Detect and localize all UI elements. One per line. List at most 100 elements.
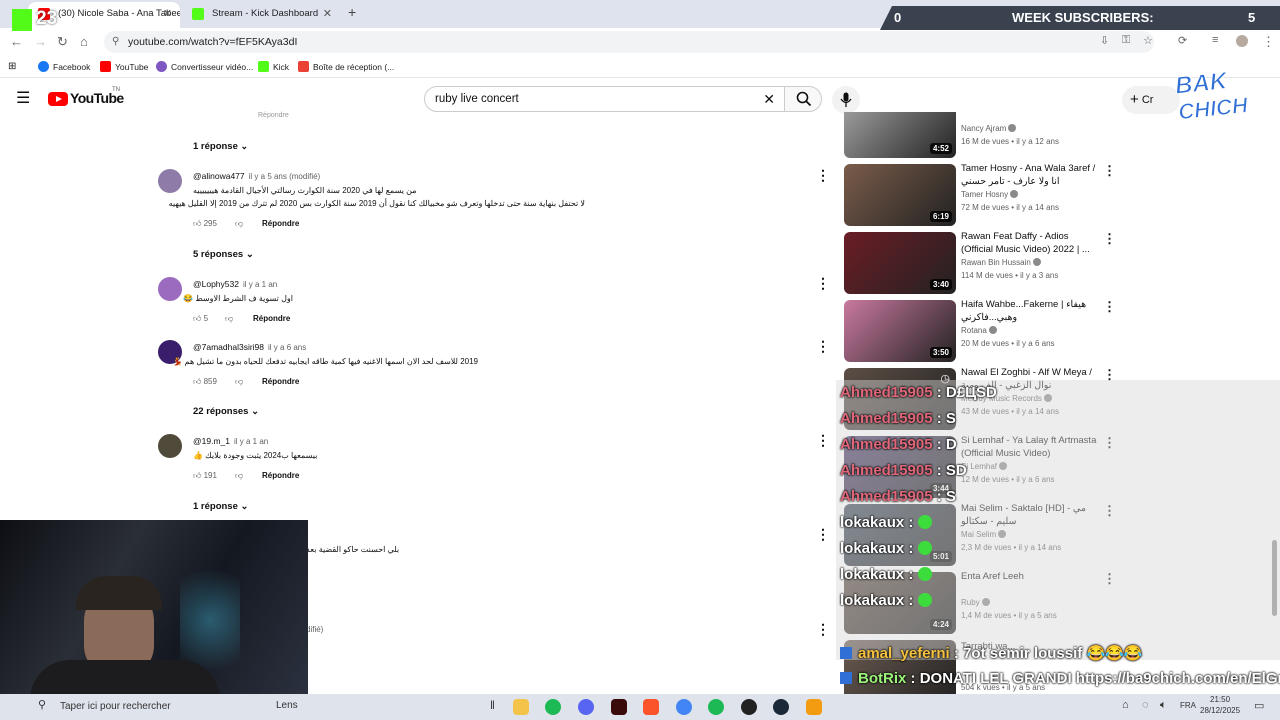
comment-menu-icon[interactable]: ⋮ bbox=[816, 339, 830, 353]
illustrator-icon[interactable] bbox=[611, 699, 627, 715]
clear-search-icon[interactable]: ✕ bbox=[763, 87, 775, 111]
chat-text: SD bbox=[945, 462, 967, 479]
replies-toggle[interactable]: 5 réponses ⌄ bbox=[193, 249, 254, 260]
search-input[interactable]: ruby live concert ✕ bbox=[424, 86, 786, 112]
video-thumbnail[interactable]: 6:19 bbox=[844, 164, 956, 226]
comment-menu-icon[interactable]: ⋮ bbox=[816, 168, 830, 182]
channel-name[interactable]: Rawan Bin Hussain bbox=[961, 258, 1041, 267]
video-menu-icon[interactable]: ⋮ bbox=[1103, 368, 1116, 381]
thumbs-down-icon[interactable]: 👎︎ bbox=[235, 219, 243, 229]
close-icon[interactable]: ✕ bbox=[323, 2, 332, 26]
extensions-icon[interactable]: ⟳ bbox=[1178, 34, 1187, 47]
replies-toggle[interactable]: 1 réponse ⌄ bbox=[193, 141, 248, 152]
media-icon[interactable]: ≡ bbox=[1212, 34, 1218, 46]
wifi-icon[interactable]: ◌ bbox=[1142, 699, 1149, 711]
tab-kick-dashboard[interactable]: Stream - Kick Dashboard ✕ bbox=[182, 2, 340, 28]
new-tab-button[interactable]: + bbox=[348, 4, 356, 20]
spotify-icon[interactable] bbox=[545, 699, 561, 715]
create-label: Cr bbox=[1141, 94, 1154, 106]
spotify-icon[interactable] bbox=[708, 699, 724, 715]
network-icon[interactable]: ⌂ bbox=[1122, 699, 1129, 711]
discord-icon[interactable] bbox=[578, 699, 594, 715]
video-menu-icon[interactable]: ⋮ bbox=[1103, 164, 1116, 177]
bookmark-facebook[interactable]: Facebook bbox=[38, 60, 90, 74]
video-menu-icon[interactable]: ⋮ bbox=[1103, 232, 1116, 245]
comment-menu-icon[interactable]: ⋮ bbox=[816, 527, 830, 541]
apps-grid-icon[interactable]: ⊞ bbox=[8, 60, 16, 74]
thumbs-down-icon[interactable]: 👎︎ bbox=[225, 314, 233, 324]
language-indicator[interactable]: FRA bbox=[1180, 701, 1196, 710]
comment-menu-icon[interactable]: ⋮ bbox=[816, 622, 830, 636]
profile-avatar[interactable] bbox=[1236, 35, 1248, 47]
bookmark-converter[interactable]: Convertisseur vidéo... bbox=[156, 60, 253, 74]
taskbar-search-input[interactable]: Taper ici pour rechercher bbox=[60, 701, 171, 712]
close-icon[interactable]: ✕ bbox=[163, 2, 172, 26]
home-icon[interactable]: ⌂ bbox=[80, 34, 88, 49]
forward-icon[interactable]: → bbox=[34, 34, 47, 49]
video-title[interactable]: Rawan Feat Daffy - Adios (Official Music… bbox=[961, 230, 1097, 256]
site-info-icon[interactable]: ⚲ bbox=[112, 31, 119, 53]
search-button[interactable] bbox=[784, 86, 822, 112]
task-view-icon[interactable]: ‖ bbox=[490, 698, 495, 712]
truncated-reply-link[interactable]: Répondre bbox=[258, 112, 289, 119]
replies-toggle[interactable]: 1 réponse ⌄ bbox=[193, 501, 249, 512]
voice-search-button[interactable] bbox=[832, 86, 860, 114]
file-explorer-icon[interactable] bbox=[513, 699, 529, 715]
thumbs-up-icon[interactable]: 👍︎ bbox=[193, 377, 201, 386]
reload-icon[interactable]: ↻ bbox=[57, 34, 68, 50]
hamburger-menu-icon[interactable]: ☰ bbox=[16, 88, 30, 108]
obs-icon[interactable] bbox=[741, 699, 757, 715]
channel-name[interactable]: Rotana bbox=[961, 326, 997, 335]
bookmark-youtube[interactable]: YouTube bbox=[100, 60, 148, 74]
clock-date[interactable]: 28/12/2025 bbox=[1200, 706, 1240, 715]
video-thumbnail[interactable]: 3:40 bbox=[844, 232, 956, 294]
thumbs-up-icon[interactable]: 👍︎ bbox=[193, 471, 201, 480]
video-thumbnail[interactable]: 4:52 bbox=[844, 112, 956, 158]
thumbs-up-icon[interactable]: 👍︎ bbox=[193, 314, 201, 323]
reply-button[interactable]: Répondre bbox=[262, 377, 299, 386]
reply-button[interactable]: Répondre bbox=[262, 471, 299, 480]
video-title[interactable]: Tamer Hosny - Ana Wala 3aref / انا ولا ع… bbox=[961, 162, 1097, 188]
comment-author[interactable]: @7amadhal3siri98 il y a 6 ans bbox=[193, 342, 306, 352]
video-thumbnail[interactable]: 3:50 bbox=[844, 300, 956, 362]
url-field[interactable]: ⚲ youtube.com/watch?v=fEF5KAya3dI bbox=[104, 31, 1154, 53]
key-icon[interactable]: ⚿ bbox=[1122, 34, 1130, 47]
thumbs-up-icon[interactable]: 👍︎ bbox=[193, 219, 201, 228]
search-icon[interactable]: ⚲ bbox=[38, 698, 46, 711]
volume-icon[interactable]: 🔈︎ bbox=[1160, 699, 1167, 712]
app-icon[interactable] bbox=[806, 699, 822, 715]
reply-button[interactable]: Répondre bbox=[253, 314, 290, 323]
video-duration: 4:52 bbox=[929, 143, 952, 154]
menu-icon[interactable]: ⋮ bbox=[1262, 34, 1275, 50]
thumbs-down-icon[interactable]: 👎︎ bbox=[235, 471, 243, 481]
install-icon[interactable]: ⇩ bbox=[1100, 34, 1109, 47]
bak-chich-logo: BAK CHICH bbox=[1173, 67, 1250, 124]
chat-message: lokakaux : bbox=[840, 514, 932, 531]
comment-author[interactable]: @19.m_1 il y a 1 an bbox=[193, 436, 268, 446]
video-meta: 16 M de vues • il y a 12 ans bbox=[961, 137, 1059, 146]
comment-author[interactable]: @alinowa477 il y a 5 ans (modifié) bbox=[193, 171, 320, 181]
steam-icon[interactable] bbox=[773, 699, 789, 715]
channel-name[interactable]: Nancy Ajram bbox=[961, 124, 1017, 133]
clock-time[interactable]: 21:50 bbox=[1210, 695, 1230, 704]
brave-icon[interactable] bbox=[643, 699, 659, 715]
chrome-icon[interactable] bbox=[676, 699, 692, 715]
avatar[interactable] bbox=[158, 434, 182, 458]
notifications-icon[interactable]: ▭ bbox=[1254, 699, 1264, 712]
avatar[interactable] bbox=[158, 169, 182, 193]
address-bar-row: ← → ↻ ⌂ ⚲ youtube.com/watch?v=fEF5KAya3d… bbox=[0, 28, 1280, 56]
bookmark-kick[interactable]: Kick bbox=[258, 60, 289, 74]
comment-author[interactable]: @Lophy532 il y a 1 an bbox=[193, 279, 277, 289]
thumbs-down-icon[interactable]: 👎︎ bbox=[235, 377, 243, 387]
bookmark-gmail[interactable]: Boîte de réception (... bbox=[298, 60, 394, 74]
reply-button[interactable]: Répondre bbox=[262, 219, 299, 228]
bookmark-star-icon[interactable]: ☆ bbox=[1143, 34, 1153, 47]
comment-menu-icon[interactable]: ⋮ bbox=[816, 433, 830, 447]
avatar[interactable] bbox=[158, 277, 182, 301]
video-title[interactable]: Haifa Wahbe...Fakerne | هيفاء وهبي...فاك… bbox=[961, 298, 1097, 324]
channel-name[interactable]: Tamer Hosny bbox=[961, 190, 1019, 199]
video-menu-icon[interactable]: ⋮ bbox=[1103, 300, 1116, 313]
replies-toggle[interactable]: 22 réponses ⌄ bbox=[193, 406, 259, 417]
comment-menu-icon[interactable]: ⋮ bbox=[816, 276, 830, 290]
back-icon[interactable]: ← bbox=[10, 34, 23, 49]
